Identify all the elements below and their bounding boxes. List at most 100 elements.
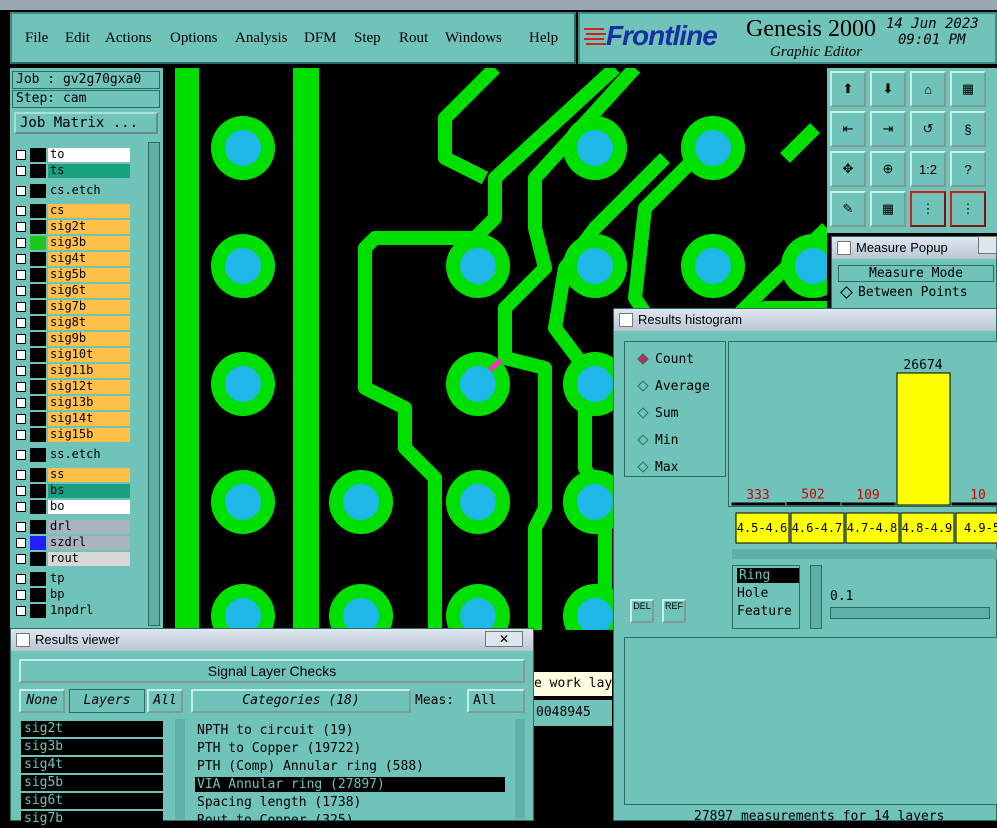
tool-right-icon[interactable]: ⇥ [870, 111, 906, 147]
layer-name[interactable]: cs [48, 204, 130, 218]
layer-name[interactable]: sig15b [48, 428, 130, 442]
layer-checkbox[interactable] [16, 502, 26, 512]
result-layer-item[interactable]: sig2t [21, 721, 163, 737]
tool-up-icon[interactable]: ⬆ [830, 71, 866, 107]
layer-checkbox[interactable] [16, 186, 26, 196]
layer-name[interactable]: bs [48, 484, 130, 498]
target-list-scrollbar[interactable] [810, 565, 822, 629]
tool-left-icon[interactable]: ⇤ [830, 111, 866, 147]
layer-checkbox[interactable] [16, 590, 26, 600]
layer-name[interactable]: drl [48, 520, 130, 534]
option-ring[interactable]: Ring [737, 568, 799, 583]
layer-checkbox[interactable] [16, 366, 26, 376]
tool-layers-red2-icon[interactable]: ⋮ [950, 191, 986, 227]
mode-count[interactable]: Count [637, 352, 694, 367]
tool-grid-icon[interactable]: ▦ [870, 191, 906, 227]
histogram-bar[interactable] [786, 502, 841, 506]
layer-name[interactable]: ts [48, 164, 130, 178]
layer-name[interactable]: rout [48, 552, 130, 566]
close-icon[interactable] [978, 236, 997, 254]
layer-checkbox[interactable] [16, 334, 26, 344]
menu-options[interactable]: Options [170, 30, 218, 47]
layer-checkbox[interactable] [16, 522, 26, 532]
layer-checkbox[interactable] [16, 302, 26, 312]
layer-list-scrollbar[interactable] [148, 142, 160, 626]
del-button[interactable]: DEL [630, 599, 654, 623]
layer-name[interactable]: sig14t [48, 412, 130, 426]
option-hole[interactable]: Hole [737, 586, 768, 601]
histogram-bar[interactable] [731, 502, 786, 506]
layer-name[interactable]: 1npdrl [48, 604, 130, 618]
layer-checkbox[interactable] [16, 318, 26, 328]
layer-name[interactable]: sig8t [48, 316, 130, 330]
tool-scale-icon[interactable]: 1:2 [910, 151, 946, 187]
tool-measure-icon[interactable]: ✎ [830, 191, 866, 227]
layer-name[interactable]: sig6t [48, 284, 130, 298]
result-layer-item[interactable]: sig7b [21, 811, 163, 827]
menu-actions[interactable]: Actions [105, 30, 152, 47]
result-layer-item[interactable]: sig4t [21, 757, 163, 773]
layer-checkbox[interactable] [16, 430, 26, 440]
layer-name[interactable]: sig10t [48, 348, 130, 362]
layer-checkbox[interactable] [16, 470, 26, 480]
tool-help-icon[interactable]: ? [950, 151, 986, 187]
option-feature[interactable]: Feature [737, 604, 792, 619]
mode-sum[interactable]: Sum [637, 406, 678, 421]
tool-layers-red-icon[interactable]: ⋮ [910, 191, 946, 227]
menu-step[interactable]: Step [354, 30, 381, 47]
category-item[interactable]: Spacing length (1738) [195, 795, 505, 810]
job-matrix-button[interactable]: Job Matrix ... [14, 112, 158, 134]
layer-checkbox[interactable] [16, 286, 26, 296]
layer-checkbox[interactable] [16, 222, 26, 232]
layer-checkbox[interactable] [16, 486, 26, 496]
category-item[interactable]: NPTH to circuit (19) [195, 723, 505, 738]
menu-windows[interactable]: Windows [445, 30, 502, 47]
menu-dfm[interactable]: DFM [304, 30, 337, 47]
close-button[interactable]: ✕ [485, 631, 523, 647]
layer-name[interactable]: sig4t [48, 252, 130, 266]
layer-name[interactable]: to [48, 148, 130, 162]
tool-snap-icon[interactable]: ↺ [910, 111, 946, 147]
tool-window-icon[interactable]: ▦ [950, 71, 986, 107]
tool-fit-icon[interactable]: ✥ [830, 151, 866, 187]
menu-file[interactable]: File [25, 30, 48, 47]
layer-checkbox[interactable] [16, 166, 26, 176]
layer-name[interactable]: szdrl [48, 536, 130, 550]
layer-name[interactable]: sig5b [48, 268, 130, 282]
tool-home-icon[interactable]: ⌂ [910, 71, 946, 107]
tool-route-icon[interactable]: § [950, 111, 986, 147]
layer-name[interactable]: tp [48, 572, 130, 586]
layer-name[interactable]: cs.etch [48, 184, 130, 198]
histogram-scrollbar[interactable] [732, 549, 997, 559]
meas-select[interactable]: All [467, 689, 525, 713]
layer-checkbox[interactable] [16, 150, 26, 160]
histogram-bar[interactable] [896, 372, 951, 506]
layer-checkbox[interactable] [16, 350, 26, 360]
mode-max[interactable]: Max [637, 460, 678, 475]
menu-edit[interactable]: Edit [65, 30, 90, 47]
none-button[interactable]: None [19, 689, 65, 713]
result-layer-item[interactable]: sig3b [21, 739, 163, 755]
layer-name[interactable]: sig9b [48, 332, 130, 346]
histogram-bar[interactable] [951, 502, 997, 506]
menu-analysis[interactable]: Analysis [235, 30, 288, 47]
between-points-option[interactable]: Between Points [858, 285, 968, 300]
layer-checkbox[interactable] [16, 206, 26, 216]
all-button[interactable]: All [147, 689, 183, 713]
category-item[interactable]: PTH (Comp) Annular ring (588) [195, 759, 505, 774]
layer-name[interactable]: sig2t [48, 220, 130, 234]
mode-min[interactable]: Min [637, 433, 678, 448]
menu-help[interactable]: Help [529, 30, 558, 47]
layer-checkbox[interactable] [16, 382, 26, 392]
layer-checkbox[interactable] [16, 538, 26, 548]
layer-name[interactable]: sig7b [48, 300, 130, 314]
layer-name[interactable]: sig13b [48, 396, 130, 410]
layer-checkbox[interactable] [16, 270, 26, 280]
layer-checkbox[interactable] [16, 554, 26, 564]
category-item[interactable]: PTH to Copper (19722) [195, 741, 505, 756]
layer-name[interactable]: bp [48, 588, 130, 602]
layer-checkbox[interactable] [16, 398, 26, 408]
step-slider[interactable] [830, 607, 990, 619]
result-layer-item[interactable]: sig6t [21, 793, 163, 809]
layer-checkbox[interactable] [16, 254, 26, 264]
